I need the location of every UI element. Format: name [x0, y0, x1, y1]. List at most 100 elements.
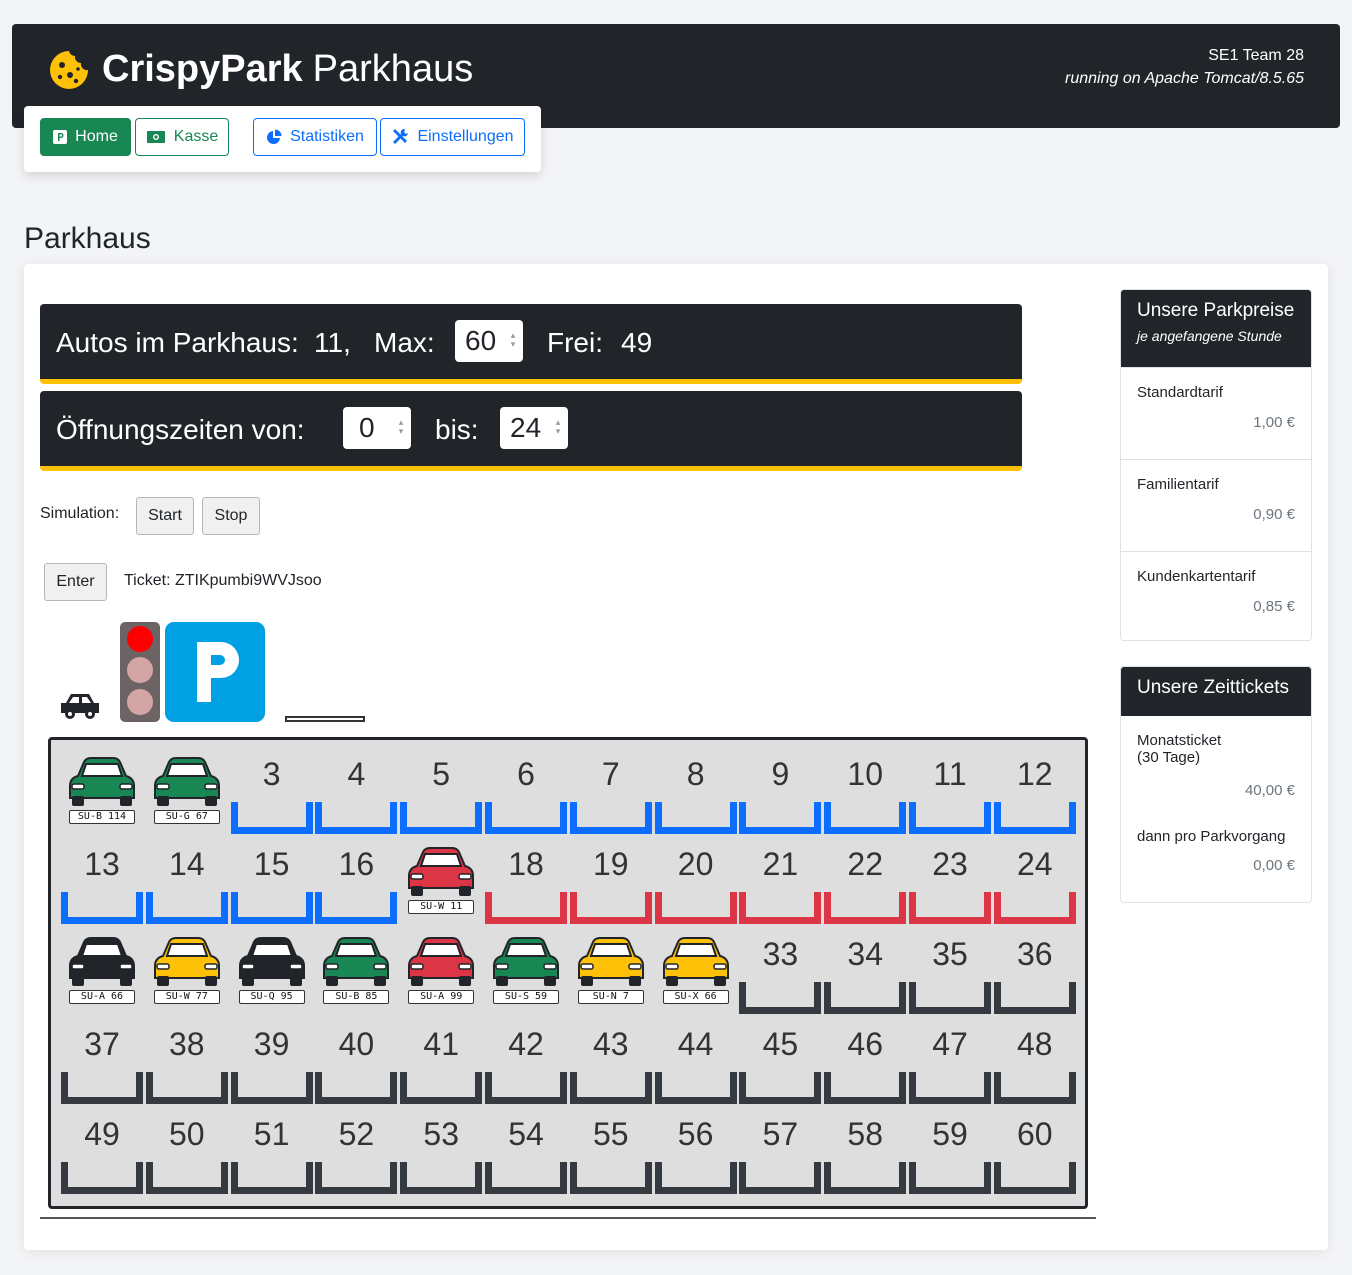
slot-bracket [315, 892, 398, 924]
spinner-icon[interactable]: ▴ ▾ [507, 331, 519, 351]
parking-slot: 23 [909, 844, 991, 924]
tickets-card-title: Unsere Zeittickets [1137, 677, 1290, 698]
home-button[interactable]: Home [40, 118, 131, 156]
hours-label: Öffnungszeiten von: [56, 414, 305, 445]
slot-bracket [824, 892, 907, 924]
parked-car-icon: SU-A 66 [64, 934, 140, 1014]
parking-slot: 22 [824, 844, 907, 924]
price-card-subtitle: je angefangene Stunde [1137, 328, 1282, 344]
slot-bracket [739, 802, 822, 834]
slot-bracket [569, 1162, 652, 1194]
slot-number: 36 [1017, 936, 1053, 972]
slot-bracket [485, 802, 567, 834]
parking-slot: 44 [654, 1024, 737, 1104]
parked-car-icon: SU-W 77 [149, 934, 225, 1014]
server-label: running on Apache Tomcat/8.5.65 [1065, 70, 1304, 87]
slot-bracket [230, 1072, 313, 1104]
slot-number: 5 [432, 756, 451, 792]
statistiken-button[interactable]: Statistiken [253, 118, 377, 156]
slot-number: 51 [253, 1116, 290, 1152]
parked-car-icon: SU-A 99 [403, 934, 479, 1014]
slot-number: 11 [933, 756, 967, 792]
parking-slot: 20 [654, 844, 737, 924]
slot-bracket [654, 892, 737, 924]
max-input[interactable]: 60 ▴ ▾ [455, 320, 523, 362]
parking-slot: 59 [909, 1114, 991, 1194]
parking-slot: SU-W 77 [146, 934, 228, 1014]
parking-slot: 50 [145, 1114, 228, 1194]
price-item: Standardtarif 1,00 € [1121, 367, 1311, 459]
pie-chart-icon [267, 129, 282, 144]
slot-bracket [909, 1072, 991, 1104]
license-plate: SU-Q 95 [238, 990, 305, 1004]
price-item: Familientarif 0,90 € [1121, 459, 1311, 551]
simulation-label: Simulation: [40, 505, 120, 522]
tariff-price: 0,85 € [1253, 598, 1295, 615]
slot-bracket [145, 892, 228, 924]
parking-slot: 45 [739, 1024, 822, 1104]
brand[interactable]: CrispyPark Parkhaus [48, 48, 473, 91]
statistiken-label: Statistiken [290, 128, 364, 145]
slot-number: 35 [932, 936, 968, 972]
hours-from-input[interactable]: 0 ▴ ▾ [343, 407, 411, 449]
einstellungen-button[interactable]: Einstellungen [380, 118, 525, 156]
parking-slot: 49 [61, 1114, 143, 1194]
slot-number: 16 [338, 846, 375, 882]
slot-bracket [824, 1162, 907, 1194]
slot-number: 39 [253, 1026, 290, 1062]
slot-number: 48 [1017, 1026, 1053, 1062]
tools-icon [393, 129, 409, 144]
parked-car-icon: SU-S 59 [488, 934, 564, 1014]
slot-number: 10 [847, 756, 883, 792]
parking-slot: SU-N 7 [570, 934, 652, 1014]
parking-slot: 7 [569, 754, 652, 834]
slot-number: 8 [686, 756, 705, 792]
license-plate: SU-W 11 [408, 900, 475, 914]
slot-number: 50 [169, 1116, 205, 1152]
slot-bracket [230, 1162, 313, 1194]
header-info: SE1 Team 28 running on Apache Tomcat/8.5… [1065, 44, 1304, 90]
slot-bracket [230, 892, 313, 924]
parked-car-icon: SU-G 67 [149, 754, 225, 834]
spinner-icon[interactable]: ▴ ▾ [552, 418, 564, 438]
barrier [285, 716, 365, 722]
price-card: Unsere Parkpreise je angefangene Stunde … [1120, 289, 1312, 641]
parking-slot: 36 [993, 934, 1076, 1014]
slot-bracket [400, 1162, 483, 1194]
frei-value: 49 [621, 327, 653, 358]
slot-number: 58 [847, 1116, 883, 1152]
slot-number: 59 [932, 1116, 968, 1152]
cookie-icon [50, 50, 88, 89]
hours-to-input[interactable]: 24 ▴ ▾ [500, 407, 568, 449]
slot-bracket [569, 802, 652, 834]
kasse-button[interactable]: Kasse [135, 118, 229, 156]
parking-slot: 43 [569, 1024, 652, 1104]
parking-garage: SU-B 114 SU-G 67 3 4 5 6 7 8 9 10 11 12 13 14 15 16 SU-W… [48, 737, 1088, 1209]
stop-button[interactable]: Stop [202, 497, 260, 535]
slot-number: 33 [762, 936, 799, 972]
parking-slot: 5 [400, 754, 483, 834]
parking-slot: 19 [569, 844, 652, 924]
ticket-name: Monatsticket [1137, 732, 1222, 749]
parking-slot: 34 [824, 934, 907, 1014]
slot-number: 20 [677, 846, 714, 882]
start-button[interactable]: Start [136, 497, 194, 535]
slot-bracket [145, 1072, 228, 1104]
parking-slot: 52 [315, 1114, 398, 1194]
slot-number: 18 [508, 846, 544, 882]
parking-slot: 47 [909, 1024, 991, 1104]
enter-button[interactable]: Enter [44, 563, 107, 601]
parking-slot: 53 [400, 1114, 483, 1194]
divider [40, 1217, 1096, 1219]
traffic-light-icon [120, 622, 160, 722]
slot-number: 60 [1017, 1116, 1053, 1152]
slot-number: 56 [677, 1116, 714, 1152]
slot-bracket [569, 892, 652, 924]
parking-sign-icon [165, 622, 265, 722]
spinner-icon[interactable]: ▴ ▾ [395, 418, 407, 438]
parking-slot: 48 [993, 1024, 1076, 1104]
parking-slot: 40 [315, 1024, 398, 1104]
slot-number: 7 [601, 756, 620, 792]
brand-subtitle: Parkhaus [312, 48, 474, 90]
brand-name: CrispyPark [102, 48, 303, 90]
